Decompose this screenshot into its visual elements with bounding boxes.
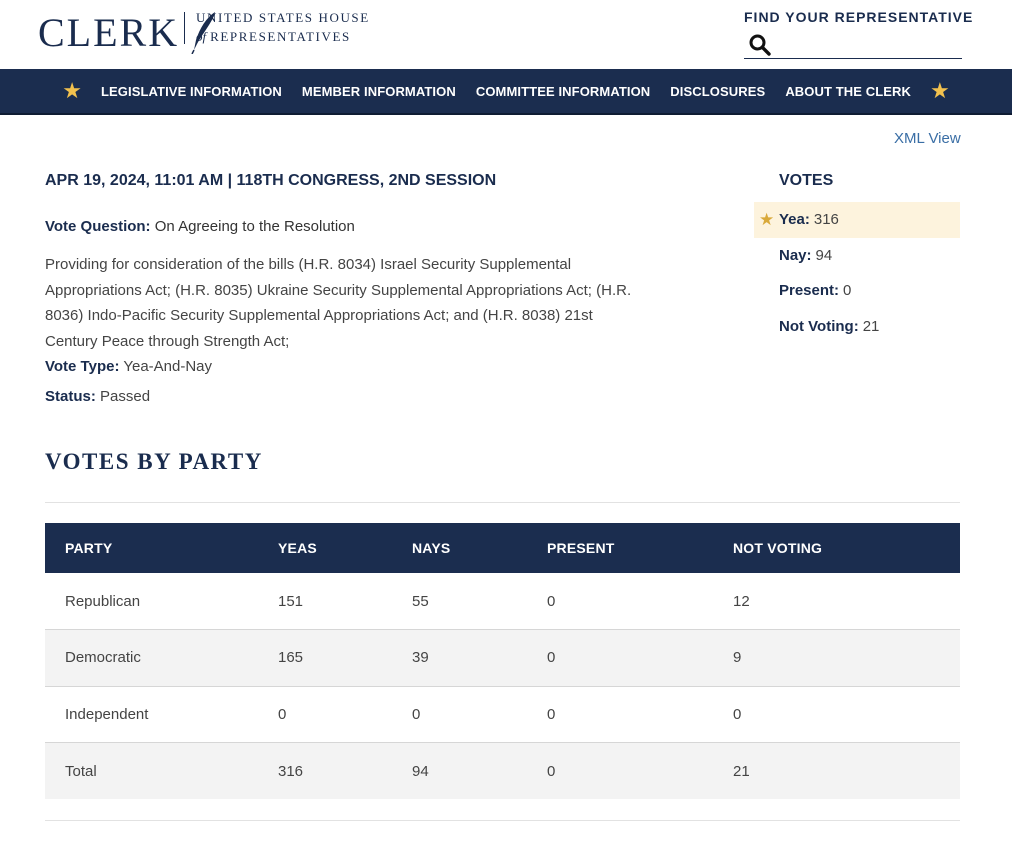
cell-nays: 39 [412, 649, 429, 667]
cell-not-voting: 12 [733, 592, 750, 610]
cell-yeas: 151 [278, 592, 304, 610]
star-icon: ★ [759, 210, 775, 229]
divider [45, 820, 960, 821]
column-header-yeas: YEAS [278, 540, 317, 556]
table-header-row: PARTY YEAS NAYS PRESENT NOT VOTING [45, 523, 960, 573]
vote-title: APR 19, 2024, 11:01 AM | 118TH CONGRESS,… [45, 172, 497, 189]
vote-question-label: Vote Question: [45, 218, 151, 235]
logo-divider [184, 12, 185, 44]
vote-status-label: Status: [45, 388, 96, 405]
search-input[interactable] [776, 33, 956, 55]
votes-list: ★ Yea: 316 Nay: 94 Present: 0 Not Voting… [754, 202, 960, 344]
table-body: Republican 151 55 0 12 Democratic 165 39… [45, 573, 960, 799]
cell-nays: 94 [412, 762, 429, 780]
vote-question: Vote Question: On Agreeing to the Resolu… [45, 218, 355, 235]
nav-committee-information[interactable]: COMMITTEE INFORMATION [476, 84, 650, 99]
cell-not-voting: 0 [733, 705, 742, 723]
cell-present: 0 [547, 649, 556, 667]
logo-subtitle: UNITED STATES HOUSE of REPRESENTATIVES [196, 10, 370, 45]
nav-member-information[interactable]: MEMBER INFORMATION [302, 84, 456, 99]
cell-nays: 55 [412, 592, 429, 610]
nav-disclosures[interactable]: DISCLOSURES [670, 84, 765, 99]
cell-party: Independent [65, 705, 149, 723]
votes-value: 0 [843, 282, 852, 300]
cell-nays: 0 [412, 705, 421, 723]
logo-representatives: REPRESENTATIVES [210, 29, 351, 44]
vote-type: Vote Type: Yea-And-Nay [45, 358, 212, 375]
votes-label: Present: [779, 282, 840, 300]
votes-row-yea: ★ Yea: 316 [754, 202, 960, 238]
votes-value: 316 [813, 211, 839, 229]
table-row: Democratic 165 39 0 9 [45, 629, 960, 686]
main-nav: ★ LEGISLATIVE INFORMATION MEMBER INFORMA… [0, 69, 1012, 115]
votes-heading: VOTES [779, 172, 834, 189]
vote-status-value: Passed [100, 388, 151, 405]
cell-yeas: 0 [278, 705, 287, 723]
cell-yeas: 165 [278, 649, 304, 667]
logo-wordmark: CLERK [38, 10, 180, 55]
votes-row-nay: Nay: 94 [754, 238, 960, 274]
find-representative: FIND YOUR REPRESENTATIVE [744, 9, 974, 59]
logo-subtitle-line1: UNITED STATES HOUSE [196, 10, 370, 25]
votes-row-present: Present: 0 [754, 273, 960, 309]
xml-view-link[interactable]: XML View [894, 130, 961, 147]
votes-by-party-table: PARTY YEAS NAYS PRESENT NOT VOTING Repub… [45, 523, 960, 799]
star-icon: ★ [930, 78, 950, 103]
votes-row-not-voting: Not Voting: 21 [754, 309, 960, 345]
column-header-not-voting: NOT VOTING [733, 540, 823, 556]
votes-by-party-heading: VOTES BY PARTY [45, 449, 263, 474]
cell-party: Total [65, 762, 97, 780]
star-icon: ★ [62, 78, 82, 103]
cell-not-voting: 9 [733, 649, 742, 667]
cell-not-voting: 21 [733, 762, 750, 780]
votes-label: Not Voting: [779, 317, 859, 335]
votes-label: Nay: [779, 246, 812, 264]
votes-summary: VOTES ★ Yea: 316 Nay: 94 Present: 0 Not … [754, 172, 960, 344]
column-header-party: PARTY [65, 540, 113, 556]
vote-description: Providing for consideration of the bills… [45, 256, 632, 351]
search-icon[interactable] [748, 33, 772, 57]
nav-about-the-clerk[interactable]: ABOUT THE CLERK [785, 84, 911, 99]
votes-label: Yea: [779, 211, 810, 229]
table-row: Independent 0 0 0 0 [45, 686, 960, 743]
cell-yeas: 316 [278, 762, 304, 780]
vote-question-value: On Agreeing to the Resolution [154, 218, 355, 235]
vote-status: Status: Passed [45, 388, 150, 405]
divider [45, 502, 960, 503]
votes-value: 21 [862, 317, 880, 335]
votes-value: 94 [815, 246, 833, 264]
find-representative-label: FIND YOUR REPRESENTATIVE [744, 9, 974, 25]
column-header-present: PRESENT [547, 540, 615, 556]
find-representative-search [744, 31, 962, 59]
cell-present: 0 [547, 592, 556, 610]
table-row: Republican 151 55 0 12 [45, 573, 960, 630]
cell-present: 0 [547, 762, 556, 780]
table-header: PARTY YEAS NAYS PRESENT NOT VOTING [45, 523, 960, 573]
site-header: CLERK UNITED STATES HOUSE of REPRESENTATI… [0, 0, 1012, 69]
logo-of: of [196, 29, 207, 44]
logo-subtitle-line2: of REPRESENTATIVES [196, 29, 370, 45]
site-logo[interactable]: CLERK [38, 10, 215, 56]
table-row: Total 316 94 0 21 [45, 742, 960, 799]
nav-legislative-information[interactable]: LEGISLATIVE INFORMATION [101, 84, 282, 99]
vote-type-label: Vote Type: [45, 358, 120, 375]
cell-present: 0 [547, 705, 556, 723]
cell-party: Democratic [65, 649, 141, 667]
cell-party: Republican [65, 592, 141, 610]
column-header-nays: NAYS [412, 540, 451, 556]
vote-type-value: Yea-And-Nay [123, 358, 213, 375]
